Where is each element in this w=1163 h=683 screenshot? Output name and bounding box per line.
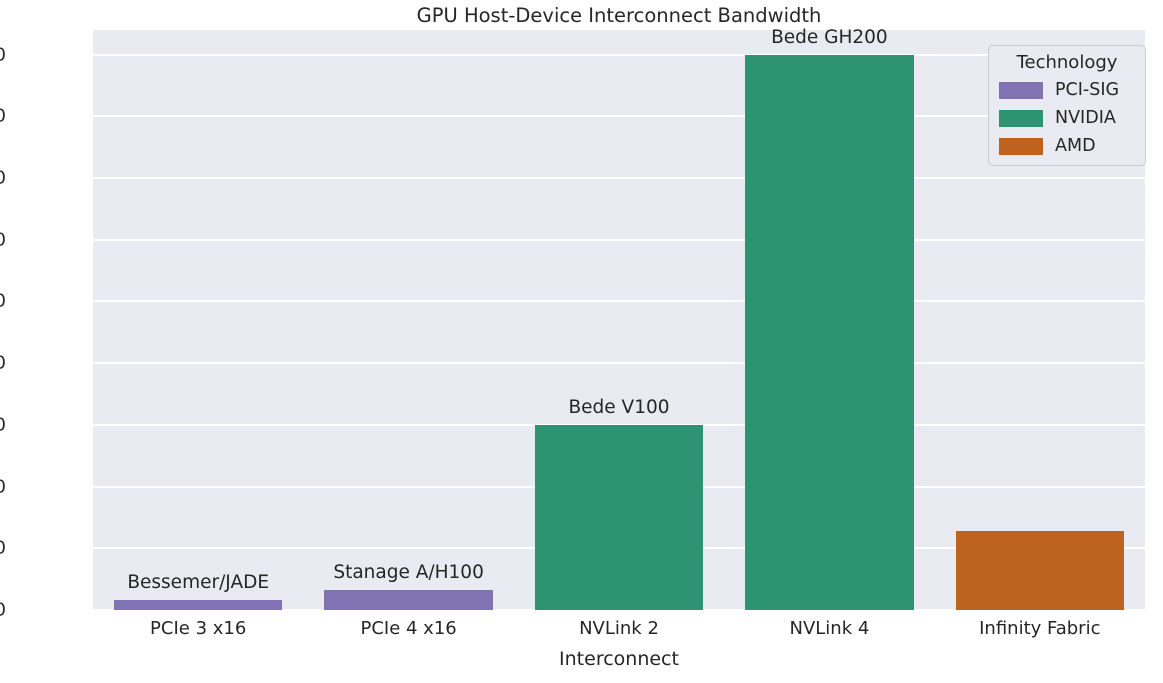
y-axis-tick-label: 200 [0,476,6,498]
y-axis-tick-label: 500 [0,290,6,312]
x-axis-tick-label: PCIe 4 x16 [360,618,457,639]
chart-title: GPU Host-Device Interconnect Bandwidth [416,4,822,27]
y-axis-tick-label: 700 [0,167,6,189]
bar-annotation: Bede GH200 [771,26,888,48]
legend-swatch [999,109,1043,127]
legend-entry[interactable]: PCI-SIG [999,79,1135,101]
legend-entries: PCI-SIG NVIDIA AMD [999,79,1135,157]
gridline [93,300,1145,303]
y-axis-tick-label: 400 [0,352,6,374]
bar[interactable] [534,424,704,610]
legend: Technology PCI-SIG NVIDIA AMD [988,45,1146,166]
bar[interactable] [955,531,1124,610]
bar[interactable] [745,54,914,610]
bar-annotation: Stanage A/H100 [333,562,484,584]
legend-label: NVIDIA [1055,108,1116,128]
legend-label: AMD [1055,136,1096,156]
y-axis-tick-label: 300 [0,414,6,436]
x-axis-tick-label: PCIe 3 x16 [150,618,247,639]
bar-annotation: Bessemer/JADE [127,572,270,594]
y-axis-tick-label: 800 [0,105,6,127]
x-axis-tick-label: Infinity Fabric [979,618,1101,639]
x-axis-label: Interconnect [559,648,679,670]
bar-annotation: Bede V100 [568,396,670,418]
legend-entry[interactable]: NVIDIA [999,107,1135,129]
gridline [93,362,1145,365]
gridline [93,238,1145,241]
y-axis-tick-label: 900 [0,44,6,66]
legend-swatch [999,137,1043,155]
chart-figure: GPU Host-Device Interconnect Bandwidth P… [0,0,1163,683]
x-axis-tick-label: NVLink 2 [579,618,659,639]
legend-swatch [999,81,1043,99]
legend-title: Technology [1016,52,1118,73]
gridline [93,177,1145,180]
legend-label: PCI-SIG [1055,80,1120,100]
x-axis-tick-label: NVLink 4 [789,618,870,639]
bar[interactable] [114,600,283,610]
legend-entry[interactable]: AMD [999,135,1135,157]
bar[interactable] [324,590,493,610]
y-axis-tick-label: 0 [0,599,6,621]
y-axis-tick-label: 100 [0,537,6,559]
y-axis-tick-label: 600 [0,229,6,251]
